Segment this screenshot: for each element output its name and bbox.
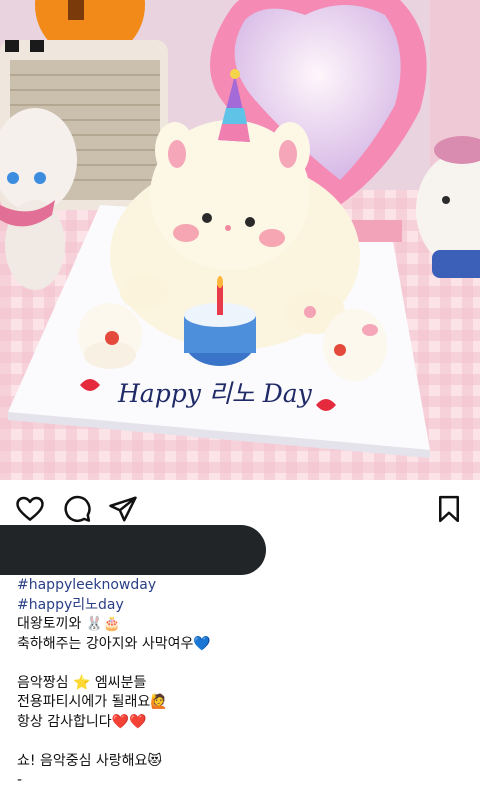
post-photo[interactable]: Happy 리노 Day: [0, 0, 480, 480]
send-paper-plane-icon: [109, 496, 137, 522]
share-button[interactable]: [106, 492, 140, 526]
hashtag-link[interactable]: #happyleeknowday: [17, 577, 156, 593]
heart-outline-icon: [16, 496, 44, 521]
redacted-username-bar: [0, 525, 266, 575]
caption-line: [17, 732, 467, 752]
caption-line: 음악짱심 ⭐ 엠씨분들: [17, 674, 147, 691]
caption-line: [17, 654, 467, 674]
caption-line: 쇼! 음악중심 사랑해요😻: [17, 752, 163, 769]
comment-bubble-icon: [64, 495, 91, 522]
bookmark-icon: [439, 495, 459, 523]
caption-line: 대왕토끼와 🐰🎂: [17, 616, 121, 632]
save-button[interactable]: [432, 492, 466, 526]
post-caption: #happyleeknowday #happy리노day 대왕토끼와 🐰🎂 축하…: [17, 576, 467, 791]
cake-photo-illustration: Happy 리노 Day: [0, 0, 480, 480]
caption-line: 전용파티시에가 될래요🙋: [17, 694, 168, 710]
caption-line: 축하해주는 강아지와 사막여우💙: [17, 635, 211, 652]
caption-line: -: [17, 772, 23, 788]
comment-button[interactable]: [60, 492, 94, 526]
cake-piped-text: Happy 리노 Day: [117, 379, 313, 408]
hashtag-link[interactable]: #happy리노day: [17, 597, 124, 613]
like-button[interactable]: [13, 492, 47, 526]
caption-line: 항상 감사합니다❤️❤️: [17, 713, 147, 730]
